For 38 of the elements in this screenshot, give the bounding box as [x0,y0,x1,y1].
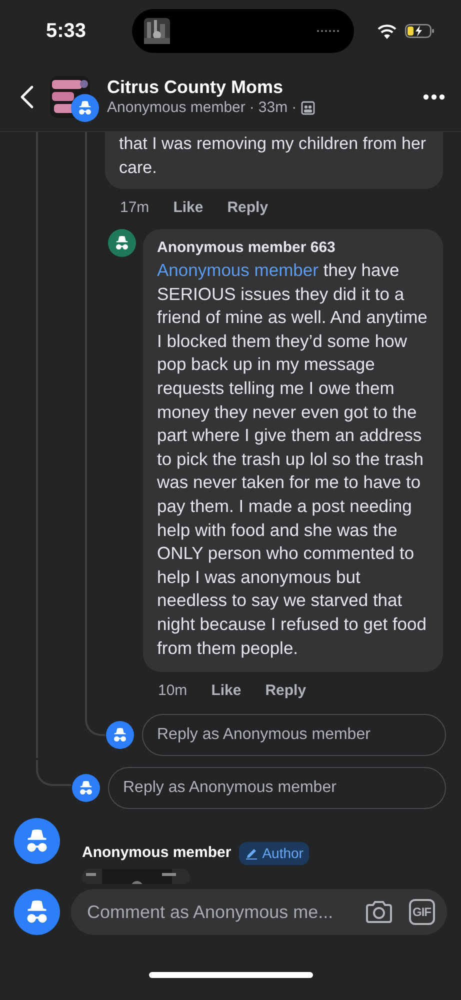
anonymous-avatar-icon [71,94,99,122]
pencil-icon [245,847,258,860]
anonymous-avatar-icon [14,889,60,936]
mention-link[interactable]: Anonymous member [157,260,318,280]
gif-button[interactable]: GIF [408,899,435,926]
comment-action-link[interactable]: Like [173,197,204,220]
clock-time: 5:33 [46,19,88,44]
comment-time: 10m [158,681,188,702]
camera-icon[interactable] [364,900,392,924]
comment-author[interactable]: Anonymous member 663 [157,237,429,259]
more-icon[interactable] [423,94,445,100]
author-badge: Author [239,842,310,866]
waveform-icon [316,28,340,34]
home-indicator[interactable] [148,972,312,978]
battery-icon [405,24,435,38]
comment-author[interactable]: Anonymous member [82,842,232,865]
anonymous-avatar-icon [106,721,134,750]
post-author: Anonymous member [107,98,246,118]
wifi-icon [377,24,397,38]
comment-time: 17m [120,198,150,218]
back-icon[interactable] [20,84,34,108]
comment-action-link[interactable]: Reply [265,680,306,703]
group-title[interactable]: Citrus County Moms [107,76,423,98]
post-time: 33m [258,98,288,118]
anonymous-avatar-icon [72,774,100,802]
comment-action-link[interactable]: Reply [227,197,268,220]
comment-field[interactable]: Comment as Anonymous me... GIF [71,889,447,936]
anonymous-avatar-icon [14,818,60,864]
comment-text: Anonymous member they have SERIOUS issues they did it to a friend of mine as well. And anytime I blocked them they’d some how pop back up in my message requests telling me I owe them money they never even got to the part where I give them an address to pick the trash up lol so the trash was never taken for me to have to pay them. I made a post needing help with food and she was the ONLY person who commented to help I was anonymous but needless to say we starved that night because I refused to get food from them people. [157,259,428,660]
anonymous-avatar-icon [108,229,136,257]
separator-dot: · [292,98,297,118]
reply-field[interactable]: Reply as Anonymous member [142,714,446,756]
group-icon [300,100,315,114]
reply-field[interactable]: Reply as Anonymous member [108,767,446,810]
separator-dot: · [249,98,254,118]
comment-action-link[interactable]: Like [211,680,242,703]
thread-line [36,760,71,786]
comment-text: that I was removing my children from her care. [119,134,426,176]
